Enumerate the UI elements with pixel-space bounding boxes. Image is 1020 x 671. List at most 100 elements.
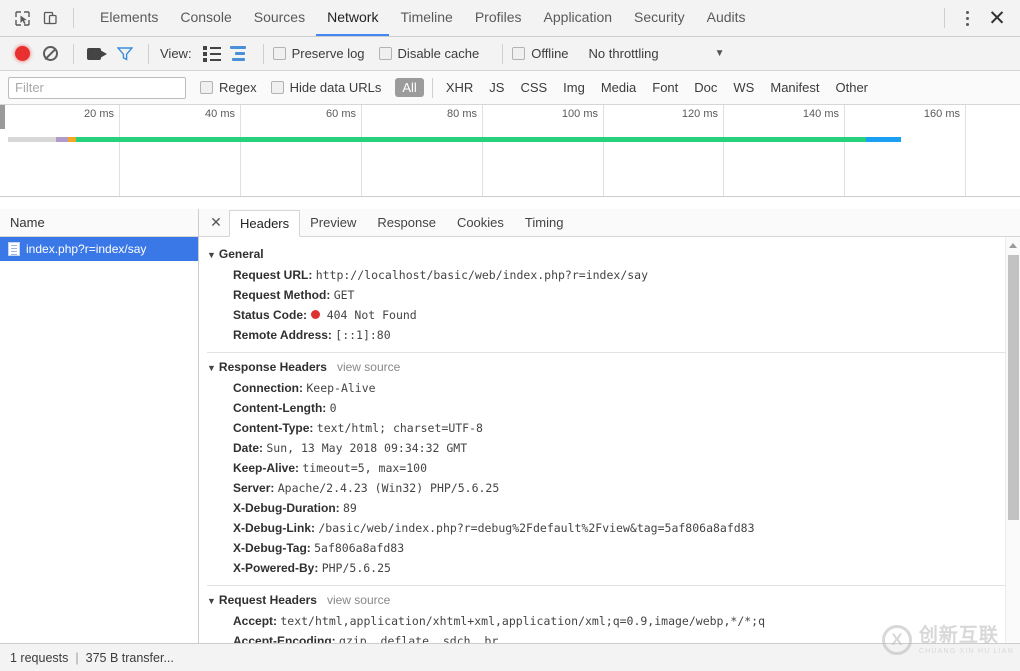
disable-cache-checkbox[interactable] [378,47,392,60]
header-value[interactable]: http://localhost/basic/web/index.php?r=i… [316,268,648,282]
header-key: Keep-Alive: [233,461,300,475]
detail-tab-label: Headers [240,215,290,231]
filter-type-img[interactable]: Img [556,78,592,97]
device-toolbar-icon[interactable] [36,4,64,32]
overview-tick: 100 ms [483,105,604,196]
tabbar-right-controls: ✕ [935,4,1014,32]
offline-label: Offline [531,46,569,61]
header-key: X-Debug-Tag: [233,541,311,555]
header-row: X-Debug-Tag: 5af806a8afd83 [207,538,1020,558]
header-key: Status Code: [233,308,308,322]
filter-type-doc[interactable]: Doc [687,78,724,97]
view-source-link[interactable]: view source [337,360,400,374]
network-overview[interactable]: 20 ms 40 ms 60 ms 80 ms 100 ms 120 ms 14… [0,105,1020,197]
overview-tick-label: 140 ms [802,108,839,120]
header-value: GET [333,288,355,302]
detail-close-icon[interactable]: ✕ [203,214,229,231]
section-header-general[interactable]: ▼ General [207,247,1020,261]
overview-tick-label: 100 ms [561,108,598,120]
filter-type-xhr[interactable]: XHR [439,78,480,97]
tab-sources[interactable]: Sources [243,0,316,36]
filter-type-other[interactable]: Other [829,78,876,97]
regex-checkbox[interactable] [200,81,213,94]
tab-console[interactable]: Console [169,0,242,36]
section-header-request-headers[interactable]: ▼ Request Headers view source [207,593,1020,607]
filter-type-js[interactable]: JS [482,78,511,97]
close-icon[interactable]: ✕ [980,4,1014,32]
header-row: Content-Type: text/html; charset=UTF-8 [207,418,1020,438]
scrollbar-thumb[interactable] [1008,255,1019,520]
header-row: X-Powered-By: PHP/5.6.25 [207,558,1020,578]
tab-headers[interactable]: Headers [229,209,301,237]
waterfall-view-icon [229,46,250,61]
header-key: X-Debug-Link: [233,521,315,535]
filter-type-font[interactable]: Font [645,78,685,97]
view-waterfall-button[interactable] [226,40,254,68]
tab-audits[interactable]: Audits [696,0,757,36]
overview-tick: 20 ms [0,105,120,196]
filter-toggle-button[interactable] [111,40,139,68]
header-key: Accept: [233,614,278,628]
tab-elements[interactable]: Elements [89,0,169,36]
throttling-select-value[interactable]: No throttling [589,46,659,61]
capture-screenshots-button[interactable] [83,40,111,68]
overview-tick: 120 ms [604,105,724,196]
tab-label: Timeline [400,9,453,25]
detail-scrollbar[interactable] [1005,237,1020,643]
chevron-down-icon[interactable]: ▼ [715,48,725,59]
section-header-response-headers[interactable]: ▼ Response Headers view source [207,360,1020,374]
overview-tick-label: 60 ms [326,108,356,120]
section-divider [207,352,1012,353]
request-name: index.php?r=index/say [26,242,147,256]
filter-type-manifest[interactable]: Manifest [763,78,826,97]
request-list: Name index.php?r=index/say [0,209,199,643]
header-value: 5af806a8afd83 [314,541,405,555]
tab-network[interactable]: Network [316,0,390,36]
overview-tick-label: 20 ms [84,108,114,120]
header-value: Keep-Alive [306,381,376,395]
clear-button[interactable] [36,40,64,68]
table-row[interactable]: index.php?r=index/say [0,237,198,261]
overview-segment-waiting [76,137,866,142]
tab-timeline[interactable]: Timeline [389,0,463,36]
tab-profiles[interactable]: Profiles [464,0,533,36]
scroll-up-arrow-icon[interactable] [1006,237,1020,254]
request-list-header[interactable]: Name [0,209,198,237]
toolbar-divider-1 [73,43,74,64]
status-separator: | [75,650,79,665]
column-header-name: Name [10,215,45,230]
tab-cookies[interactable]: Cookies [447,209,515,236]
tab-label: Security [634,9,685,25]
toolbar-divider-3 [262,43,264,64]
tab-security[interactable]: Security [623,0,696,36]
inspect-element-icon[interactable] [8,4,36,32]
preserve-log-checkbox[interactable] [272,47,286,60]
section-divider [207,585,1012,586]
filter-type-css[interactable]: CSS [513,78,554,97]
tab-response[interactable]: Response [367,209,447,236]
tab-preview[interactable]: Preview [300,209,367,236]
header-row: Request Method: GET [207,285,1020,305]
header-value: 404 Not Found [326,308,417,322]
camera-icon [87,47,107,60]
more-options-icon[interactable] [954,10,980,26]
hide-data-urls-label: Hide data URLs [289,80,382,95]
filter-input[interactable] [8,76,186,99]
hide-data-urls-checkbox[interactable] [270,81,284,94]
view-source-link[interactable]: view source [327,593,390,607]
tab-timing[interactable]: Timing [515,209,575,236]
filter-type-media[interactable]: Media [594,78,643,97]
tab-label: Application [543,9,613,25]
filter-type-ws[interactable]: WS [726,78,761,97]
detail-tabs: ✕ Headers Preview Response Cookies Timin… [199,209,1020,237]
triangle-down-icon: ▼ [207,363,216,373]
clear-icon [42,46,58,61]
filter-type-all[interactable]: All [395,78,424,97]
request-detail-panel: ✕ Headers Preview Response Cookies Timin… [199,209,1020,643]
offline-checkbox[interactable] [512,47,526,60]
tab-application[interactable]: Application [533,0,624,36]
record-button[interactable] [8,40,36,68]
header-value: text/html; charset=UTF-8 [316,421,483,435]
view-list-button[interactable] [198,40,226,68]
record-icon [14,46,30,61]
